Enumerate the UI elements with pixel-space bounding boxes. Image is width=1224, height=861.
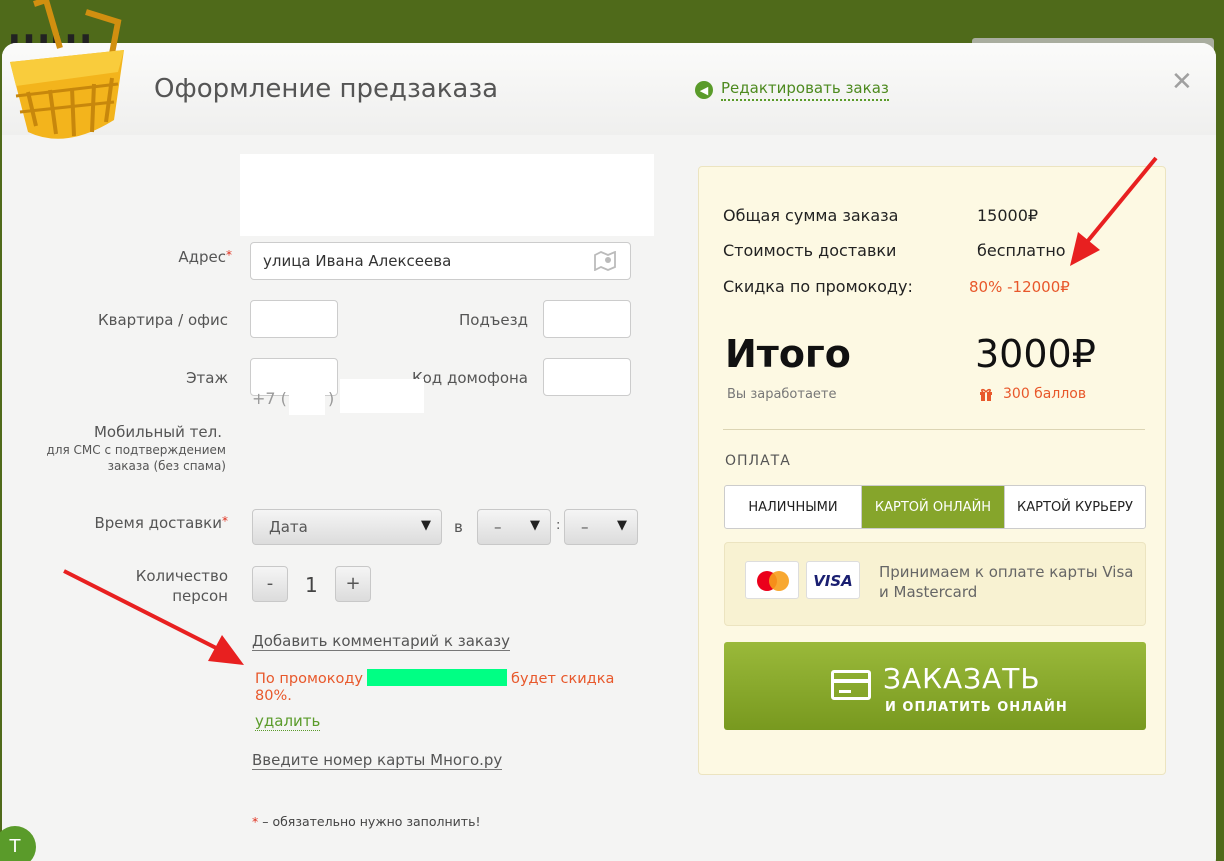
gift-icon	[980, 388, 992, 401]
payment-method-tabs: НАЛИЧНЫМИ КАРТОЙ ОНЛАЙН КАРТОЙ КУРЬЕРУ	[724, 485, 1146, 529]
delivery-cost-label: Стоимость доставки	[723, 241, 897, 260]
address-input[interactable]: улица Ивана Алексеева	[250, 242, 631, 280]
grand-total-label: Итого	[725, 332, 851, 376]
tab-card-online[interactable]: КАРТОЙ ОНЛАЙН	[862, 486, 1005, 528]
required-star: *	[222, 514, 228, 528]
summary-divider	[723, 429, 1145, 430]
decrease-persons-button[interactable]: -	[252, 566, 288, 602]
edit-order-label: Редактировать заказ	[721, 79, 889, 101]
delivery-cost-value: бесплатно	[977, 241, 1066, 260]
order-total-label: Общая сумма заказа	[723, 206, 899, 225]
payment-heading: ОПЛАТА	[725, 453, 791, 469]
chevron-down-icon: ▼	[530, 518, 540, 533]
persons-label-line1: Количество	[135, 567, 228, 585]
increase-persons-button[interactable]: +	[335, 566, 371, 602]
minute-select-value: –	[581, 518, 589, 536]
earn-label: Вы заработаете	[727, 387, 837, 402]
hour-select[interactable]: – ▼	[477, 509, 551, 545]
date-select-value: Дата	[269, 518, 308, 536]
loyalty-card-link[interactable]: Введите номер карты Много.ру	[252, 751, 503, 770]
phone-paren: )	[328, 389, 335, 408]
promo-discount-value: 80% -12000₽	[969, 278, 1070, 296]
promo-message-percent: 80%.	[255, 688, 292, 704]
chevron-down-icon: ▼	[617, 518, 627, 533]
apartment-input[interactable]	[250, 300, 338, 338]
at-label: в	[454, 518, 463, 536]
promo-discount-label: Скидка по промокоду:	[723, 277, 913, 296]
tab-cash[interactable]: НАЛИЧНЫМИ	[725, 486, 862, 528]
order-total-value: 15000₽	[977, 206, 1039, 225]
earn-points-value: 300 баллов	[1003, 386, 1087, 402]
delivery-time-text: Время доставки	[94, 514, 222, 532]
intercom-input[interactable]	[543, 358, 631, 396]
persons-label: Количество персон	[112, 566, 228, 606]
phone-code-input[interactable]	[289, 383, 325, 415]
modal-header: Оформление предзаказа ◀ Редактировать за…	[2, 43, 1216, 135]
phone-prefix: +7 (	[252, 389, 287, 408]
address-label: Адрес*	[152, 248, 232, 266]
address-value: улица Ивана Алексеева	[263, 252, 452, 270]
footnote-text: – обязательно нужно заполнить!	[258, 814, 481, 829]
visa-icon: VISA	[806, 561, 860, 599]
edit-order-link[interactable]: ◀ Редактировать заказ	[695, 79, 889, 101]
minute-select[interactable]: – ▼	[564, 509, 638, 545]
persons-count: 1	[305, 573, 318, 597]
mastercard-icon	[745, 561, 799, 599]
order-button-sublabel: И ОПЛАТИТЬ ОНЛАЙН	[885, 700, 1068, 715]
grand-total-value: 3000₽	[975, 332, 1096, 376]
map-icon[interactable]	[594, 251, 616, 271]
phone-label: Мобильный тел.	[93, 423, 222, 441]
promo-message: По промокоду будет скидка 80%.	[255, 669, 625, 705]
order-summary-panel: Общая сумма заказа 15000₽ Стоимость дост…	[698, 166, 1166, 775]
entrance-label: Подъезд	[458, 311, 528, 329]
preorder-modal: Оформление предзаказа ◀ Редактировать за…	[2, 43, 1216, 861]
add-comment-link[interactable]: Добавить комментарий к заказу	[252, 632, 510, 651]
address-label-text: Адрес	[178, 248, 226, 266]
earn-points: 300 баллов	[979, 386, 1086, 402]
delivery-time-label: Время доставки*	[82, 514, 228, 532]
credit-card-icon	[831, 670, 871, 700]
hour-select-value: –	[494, 518, 502, 536]
required-star: *	[226, 248, 232, 262]
chevron-down-icon: ▼	[421, 518, 431, 533]
shopping-basket-icon	[10, 0, 124, 139]
accepted-cards-box: VISA Принимаем к оплате карты Visa и Mas…	[724, 542, 1146, 626]
accepted-cards-text: Принимаем к оплате карты Visa и Masterca…	[879, 563, 1134, 601]
phone-hint: для СМС с подтверждением заказа (без спа…	[46, 443, 226, 473]
order-button-label: ЗАКАЗАТЬ	[883, 662, 1041, 695]
promo-code-redacted	[367, 669, 507, 686]
time-colon: :	[556, 518, 561, 533]
promo-message-post: будет скидка	[511, 671, 615, 687]
back-arrow-icon: ◀	[695, 81, 713, 99]
persons-label-line2: персон	[172, 587, 228, 605]
visa-logo-text: VISA	[813, 572, 853, 590]
tab-card-courier[interactable]: КАРТОЙ КУРЬЕРУ	[1005, 486, 1145, 528]
delete-promo-link[interactable]: удалить	[255, 712, 321, 731]
promo-message-pre: По промокоду	[255, 671, 363, 687]
modal-title: Оформление предзаказа	[154, 74, 499, 104]
floor-label: Этаж	[186, 369, 228, 387]
date-select[interactable]: Дата ▼	[252, 509, 442, 545]
apartment-label: Квартира / офис	[98, 311, 228, 329]
close-button[interactable]: ✕	[1171, 67, 1193, 97]
entrance-input[interactable]	[543, 300, 631, 338]
hidden-field-area	[240, 154, 654, 236]
required-footnote: * – обязательно нужно заполнить!	[252, 814, 480, 829]
order-button[interactable]: ЗАКАЗАТЬ И ОПЛАТИТЬ ОНЛАЙН	[724, 642, 1146, 730]
phone-number-input[interactable]	[340, 379, 424, 413]
